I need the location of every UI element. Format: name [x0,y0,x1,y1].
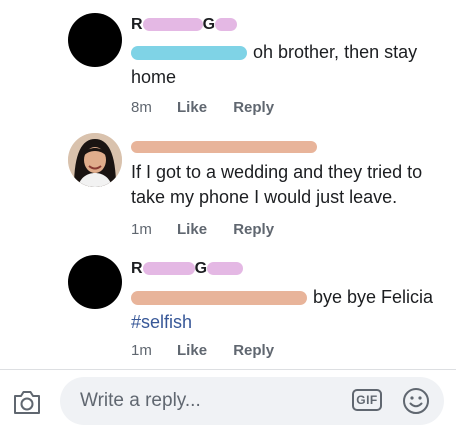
comment-text: bye bye Felicia #selfish [131,287,434,332]
hashtag-link[interactable]: #selfish [131,312,192,332]
like-button[interactable]: Like [177,220,207,240]
like-button[interactable]: Like [177,341,207,361]
reply-input[interactable]: Write a reply... GIF [60,377,444,425]
avatar[interactable] [68,13,122,67]
comment-actions: 1m Like Reply [131,341,296,361]
avatar[interactable] [68,255,122,309]
comment-text: oh brother, then stay home [131,42,418,87]
divider [0,369,456,370]
avatar[interactable] [68,133,122,187]
like-button[interactable]: Like [177,98,207,118]
gif-icon[interactable]: GIF [352,389,382,411]
comment-timestamp: 8m [131,99,152,116]
comment-timestamp: 1m [131,342,152,359]
redacted-mention[interactable] [131,291,307,306]
comment-text: If I got to a wedding and they tried to … [131,162,423,207]
reply-button[interactable]: Reply [233,220,274,240]
reply-button[interactable]: Reply [233,98,274,118]
camera-icon[interactable] [12,388,42,416]
redacted-mention[interactable] [131,46,247,61]
comment-author[interactable]: RG [131,15,238,35]
comment-actions: 8m Like Reply [131,98,296,118]
comment-timestamp: 1m [131,221,152,238]
reply-button[interactable]: Reply [233,341,274,361]
reply-placeholder: Write a reply... [80,390,201,411]
emoji-icon[interactable] [402,387,430,415]
comment-author[interactable] [131,137,317,157]
comment-author[interactable]: RG [131,259,244,279]
profile-photo [68,133,122,187]
comment-actions: 1m Like Reply [131,220,296,240]
